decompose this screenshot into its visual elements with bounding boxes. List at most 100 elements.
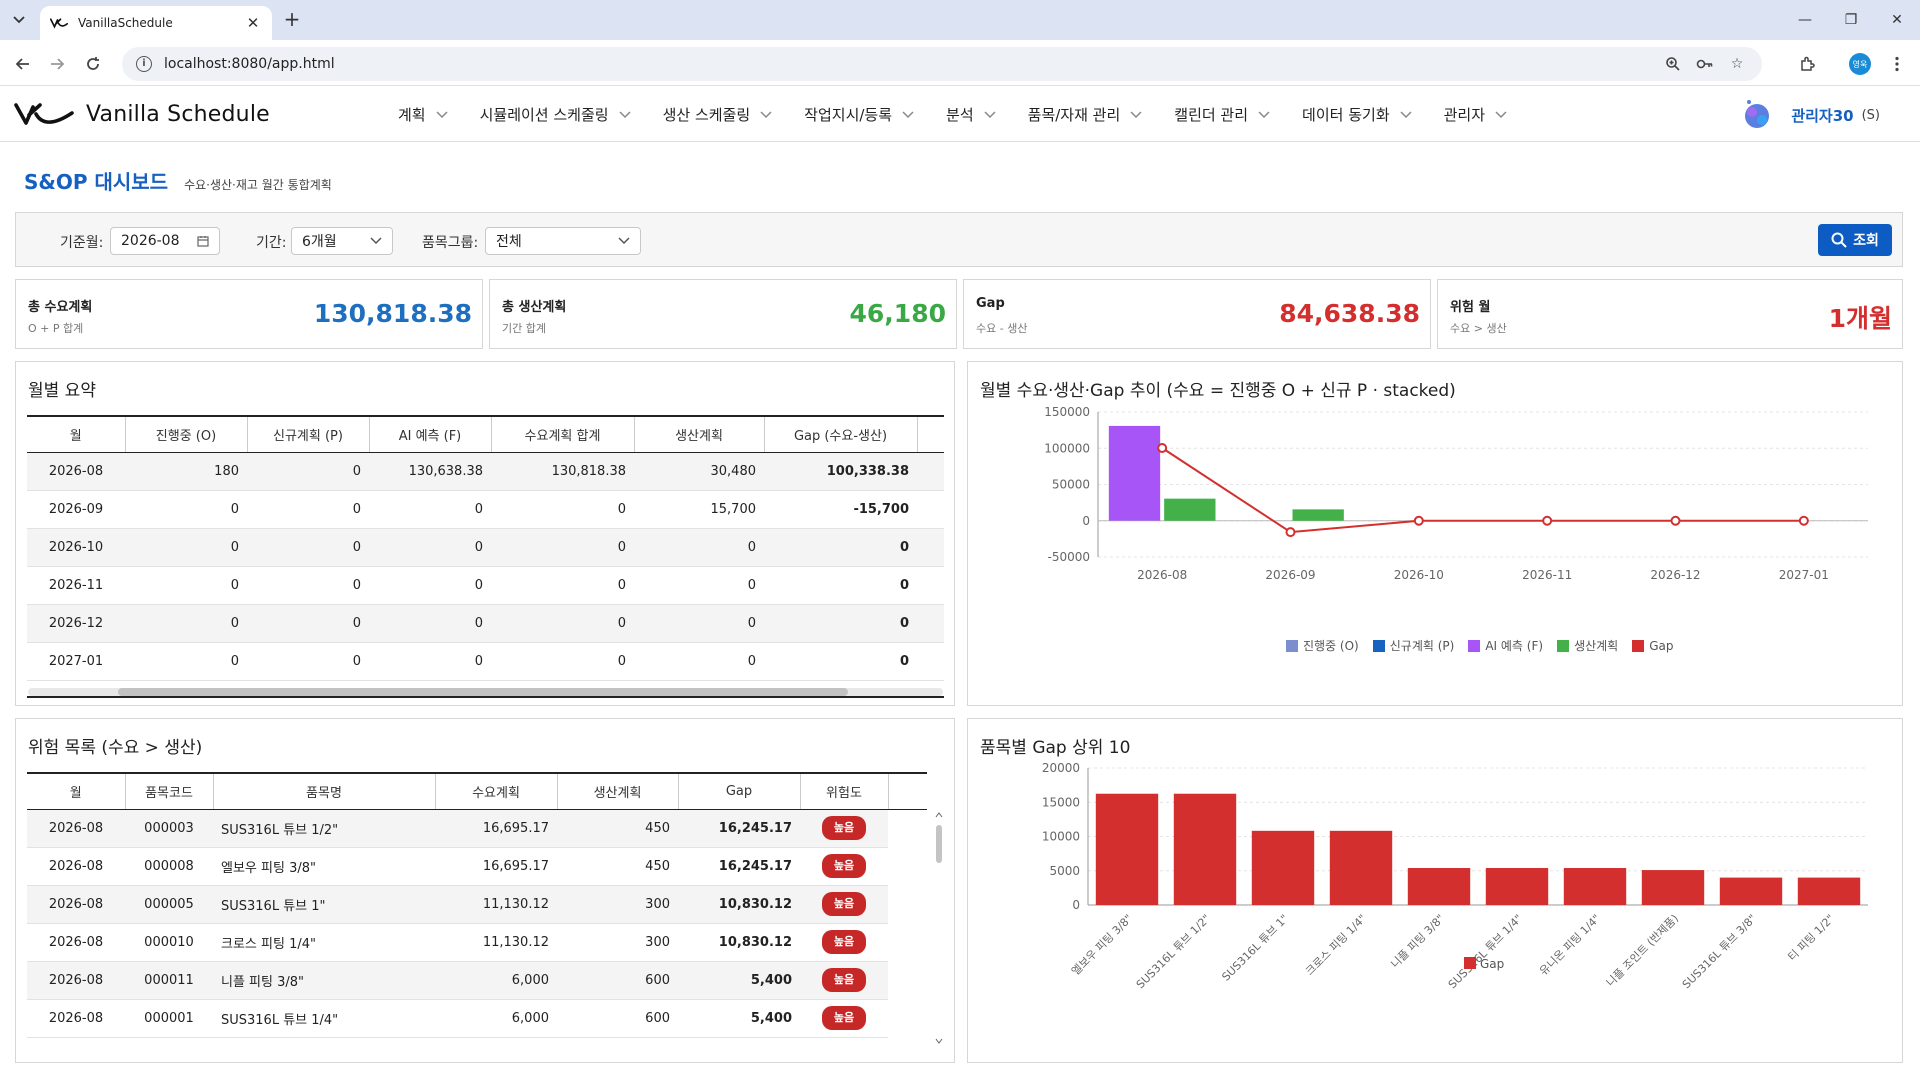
minimize-icon[interactable]: — [1782,0,1828,40]
table-cell-spacer [888,847,927,885]
column-header[interactable]: 신규계획 (P) [247,415,370,453]
table-row[interactable]: 2026-09 0 0 0 0 15,700 -15,700 [27,490,944,529]
menu-work-order[interactable]: 작업지시/등록 [804,104,914,125]
table-row[interactable]: 2026-10 0 0 0 0 0 0 [27,528,944,567]
gap-point[interactable] [1413,515,1424,526]
monthly-table-wrap[interactable]: 월 진행중 (O) 신규계획 (P) AI 예측 (F) 수요계획 합계 생산계… [27,415,944,698]
gap-point[interactable] [1542,515,1553,526]
column-header[interactable]: 생산계획 [634,415,765,453]
menu-simulation[interactable]: 시뮬레이션 스케줄링 [480,104,631,125]
url-bar[interactable]: i localhost:8080/app.html ☆ [122,47,1762,81]
menu-calendar[interactable]: 캘린더 관리 [1174,104,1270,125]
browser-tab[interactable]: VanillaSchedule ✕ [40,6,272,40]
gap-point[interactable] [1670,515,1681,526]
profile-avatar[interactable]: 영욱 [1849,53,1871,75]
table-row[interactable]: 2026-08 000003 SUS316L 튜브 1/2" 16,695.17 450… [27,809,927,848]
column-header[interactable]: 품목명 [213,772,436,810]
zoom-icon[interactable] [1662,53,1684,75]
bar-production[interactable] [1292,509,1344,521]
calendar-icon[interactable] [197,235,209,247]
bar-gap[interactable] [1251,830,1315,905]
group-select[interactable]: 전체 [485,227,641,255]
legend-swatch[interactable] [1464,957,1476,969]
tab-search-button[interactable] [6,7,32,33]
bar-gap[interactable] [1563,868,1627,905]
bar-demand[interactable] [1108,425,1161,521]
column-header[interactable]: 위험도 [800,772,889,810]
column-header[interactable]: Gap (수요-생산) [764,415,918,453]
legend-item[interactable]: 신규계획 (P) [1372,637,1454,654]
table-row[interactable]: 2026-08 000011 니플 피팅 3/8" 6,000 600 5,400 높음 [27,961,927,1000]
reload-icon[interactable] [80,51,106,77]
table-row[interactable]: 2027-01 0 0 0 0 0 0 [27,642,944,681]
bookmark-star-icon[interactable]: ☆ [1726,53,1748,75]
bar-gap[interactable] [1641,870,1705,905]
close-window-icon[interactable]: ✕ [1874,0,1920,40]
bar-gap[interactable] [1095,793,1159,905]
bar-production[interactable] [1164,498,1216,521]
legend-item[interactable]: 생산계획 [1557,637,1618,654]
table-row[interactable]: 2026-08 000008 엘보우 피팅 3/8" 16,695.17 450 16,2… [27,847,927,886]
new-tab-button[interactable]: + [280,8,304,32]
gap-point[interactable] [1157,443,1168,454]
column-header[interactable]: 생산계획 [557,772,679,810]
column-header[interactable]: AI 예측 (F) [369,415,492,453]
column-header[interactable]: Gap [678,772,801,810]
table-row[interactable]: 2026-08 180 0 130,638.38 130,818.38 30,480 100… [27,452,944,491]
legend-item[interactable]: AI 예측 (F) [1468,637,1543,654]
bar-gap[interactable] [1329,830,1393,905]
period-select[interactable]: 6개월 [291,227,393,255]
column-header[interactable]: 수요계획 합계 [491,415,635,453]
column-header[interactable]: 품목코드 [125,772,214,810]
table-row[interactable]: 2026-11 0 0 0 0 0 0 [27,566,944,605]
browser-menu-icon[interactable] [1885,52,1909,76]
user-menu[interactable]: 관리자30 (S) [1741,99,1880,131]
risk-table-wrap[interactable]: 월 품목코드 품목명 수요계획 생산계획 Gap 위험도 2026-08 0000… [27,772,944,1056]
back-icon[interactable] [10,51,36,77]
legend-item[interactable]: 진행중 (O) [1286,637,1359,654]
scrollbar-thumb[interactable] [118,688,848,696]
password-key-icon[interactable] [1694,53,1716,75]
extensions-icon[interactable] [1795,52,1819,76]
menu-plan[interactable]: 계획 [398,104,448,125]
restore-icon[interactable]: ❐ [1828,0,1874,40]
menu-data-sync[interactable]: 데이터 동기화 [1302,104,1412,125]
search-button[interactable]: 조회 [1818,224,1892,256]
table-cell-spacer [888,923,927,961]
gap-point[interactable] [1798,515,1809,526]
bar-gap[interactable] [1719,877,1783,905]
table-cell: 0 [247,604,369,643]
horizontal-scrollbar[interactable] [28,688,943,696]
brand[interactable]: Vanilla Schedule [14,99,270,129]
bar-gap[interactable] [1485,868,1549,905]
close-icon[interactable]: ✕ [244,14,262,32]
column-header[interactable]: 수요계획 [435,772,558,810]
table-cell-spacer [917,490,944,529]
gap-point[interactable] [1285,527,1296,538]
y-tick-label: -50000 [1047,550,1090,564]
bar-gap[interactable] [1797,877,1861,905]
risk-badge: 높음 [822,1006,866,1030]
table-row[interactable]: 2026-08 000010 크로스 피팅 1/4" 11,130.12 300 10,8… [27,923,927,962]
menu-analysis[interactable]: 분석 [946,104,996,125]
x-tick-label: 2026-11 [1522,568,1572,582]
menu-production[interactable]: 생산 스케줄링 [663,104,773,125]
bar-gap[interactable] [1407,868,1471,905]
column-header[interactable]: 월 [27,772,126,810]
table-row[interactable]: 2026-12 0 0 0 0 0 0 [27,604,944,643]
forward-icon[interactable] [44,51,70,77]
column-header[interactable]: 진행중 (O) [125,415,248,453]
table-cell: 0 [125,490,247,529]
table-cell: 2026-08 [27,961,125,1000]
vertical-scrollbar[interactable] [934,811,944,1051]
risk-badge: 높음 [822,930,866,954]
bar-gap[interactable] [1173,793,1237,905]
site-info-icon[interactable]: i [136,56,152,72]
column-header[interactable]: 월 [27,415,126,453]
table-row[interactable]: 2026-08 000001 SUS316L 튜브 1/4" 6,000 600 5,40… [27,999,927,1038]
base-month-input[interactable]: 2026-08 [110,227,220,255]
menu-item-material[interactable]: 품목/자재 관리 [1028,104,1143,125]
menu-admin[interactable]: 관리자 [1444,104,1507,125]
table-row[interactable]: 2026-08 000005 SUS316L 튜브 1" 11,130.12 300 10… [27,885,927,924]
legend-item[interactable]: Gap [1632,639,1674,653]
